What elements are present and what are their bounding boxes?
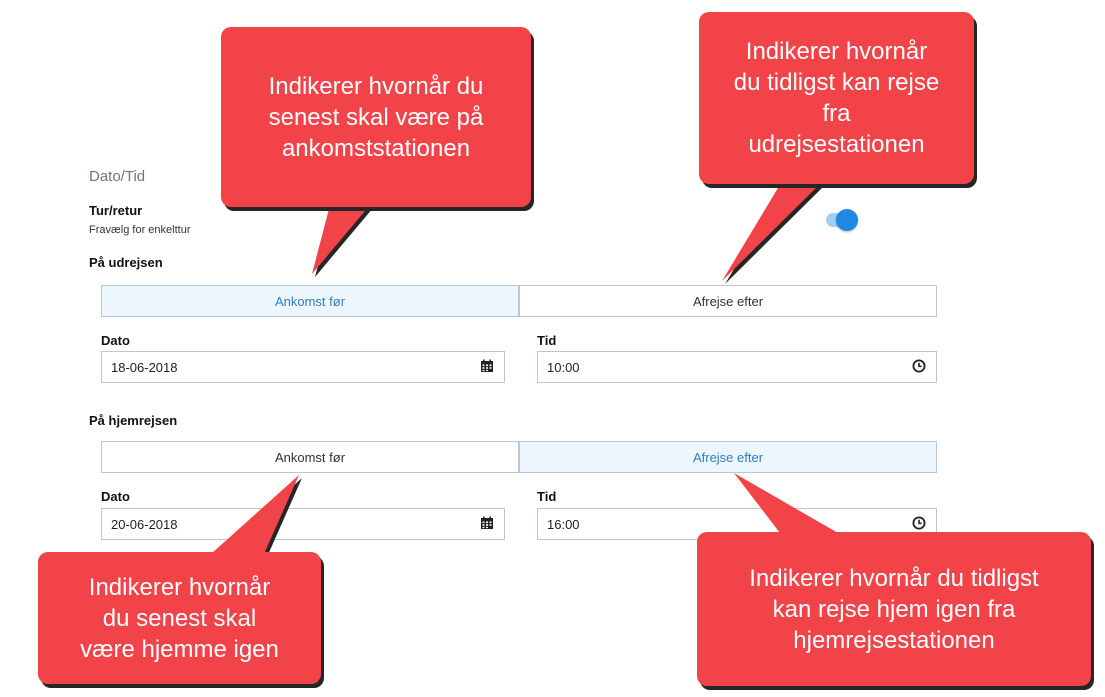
callout-return-arrival: Indikerer hvornår du senest skal være hj… bbox=[38, 552, 321, 684]
callout-outbound-arrival: Indikerer hvornår du senest skal være på… bbox=[221, 27, 531, 207]
callout-pointer bbox=[734, 473, 838, 533]
callout-outbound-departure: Indikerer hvornår du tidligst kan rejse … bbox=[699, 12, 974, 184]
callout-return-departure: Indikerer hvornår du tidligst kan rejse … bbox=[697, 532, 1091, 686]
